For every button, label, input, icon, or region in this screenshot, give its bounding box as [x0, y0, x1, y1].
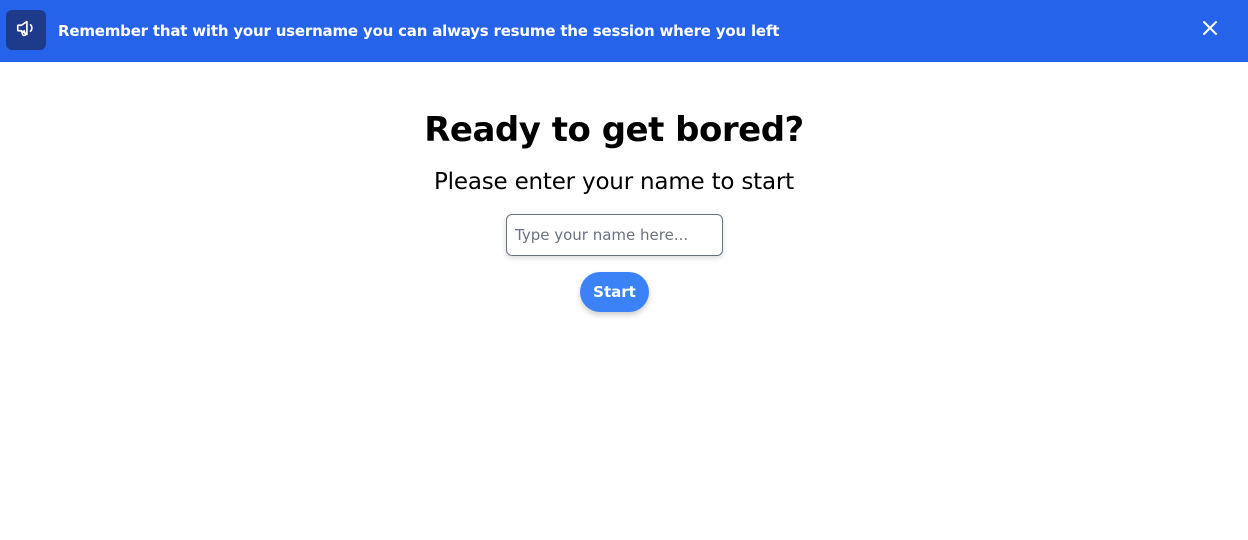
close-banner-button[interactable]	[1198, 18, 1222, 42]
banner-icon-container	[6, 10, 46, 50]
name-input[interactable]	[506, 214, 723, 256]
megaphone-icon	[15, 17, 37, 43]
page-title: Ready to get bored?	[424, 110, 804, 150]
start-button[interactable]: Start	[580, 272, 649, 312]
announcement-banner: Remember that with your username you can…	[0, 0, 1248, 62]
close-icon	[1201, 19, 1219, 41]
page-subtitle: Please enter your name to start	[434, 169, 794, 195]
banner-message: Remember that with your username you can…	[58, 22, 780, 40]
